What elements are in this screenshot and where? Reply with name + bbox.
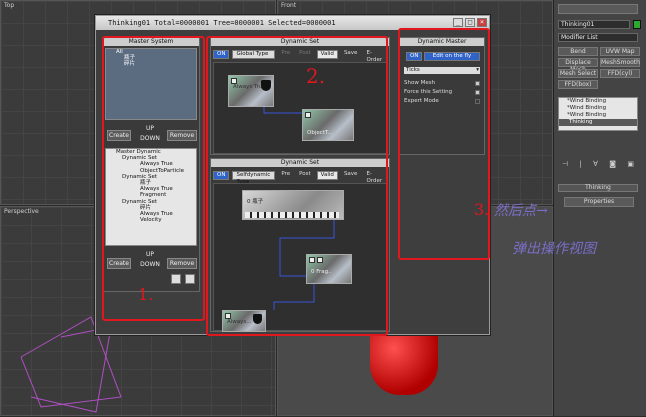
- command-tabs[interactable]: [558, 4, 638, 14]
- annotation-box-1: [102, 36, 205, 321]
- annotation-note-line1: 然后点→: [494, 203, 548, 219]
- modifier-button-meshsmooth[interactable]: MeshSmooth: [600, 58, 640, 67]
- modifier-button-mesh-select[interactable]: Mesh Select: [558, 69, 598, 78]
- modifier-list-dropdown[interactable]: Modifier List: [558, 33, 638, 42]
- modifier-button-bend[interactable]: Bend: [558, 47, 598, 56]
- stack-toolbar[interactable]: ⊣ | ∀ ◙ ▣: [562, 160, 634, 168]
- modifier-button-ffd-cyl[interactable]: FFD(cyl): [600, 69, 640, 78]
- viewport-label-front[interactable]: Front: [281, 2, 296, 9]
- close-button[interactable]: ×: [477, 18, 487, 27]
- annotation-box-3: [398, 28, 490, 260]
- stack-item[interactable]: *Wind Binding: [559, 98, 637, 105]
- dialog-title: Thinking01 Total=0000001 Tree=0000001 Se…: [108, 19, 336, 27]
- modifier-stack[interactable]: *Wind Binding *Wind Binding *Wind Bindin…: [558, 97, 638, 131]
- minimize-button[interactable]: _: [453, 18, 463, 27]
- make-unique-icon[interactable]: ∀: [593, 160, 598, 168]
- pin-stack-icon[interactable]: ⊣: [562, 160, 568, 168]
- command-panel: Thinking01 Modifier List Bend UVW Map Di…: [553, 0, 646, 416]
- maximize-button[interactable]: □: [465, 18, 475, 27]
- object-color-swatch[interactable]: [633, 20, 641, 29]
- remove-modifier-icon[interactable]: ◙: [609, 160, 616, 168]
- configure-sets-icon[interactable]: ▣: [627, 160, 634, 168]
- annotation-number-3: 3.: [474, 200, 490, 219]
- annotation-number-2: 2.: [306, 64, 326, 88]
- object-name-field[interactable]: Thinking01: [558, 20, 630, 29]
- annotation-number-1: 1.: [138, 285, 154, 304]
- viewport-label-top[interactable]: Top: [4, 2, 14, 9]
- stack-item-thinking[interactable]: Thinking: [559, 119, 637, 126]
- modifier-button-displace-mesh[interactable]: Displace Mesh: [558, 58, 598, 73]
- stack-item[interactable]: *Wind Binding: [559, 112, 637, 119]
- stack-item[interactable]: *Wind Binding: [559, 105, 637, 112]
- modifier-button-uvw-map[interactable]: UVW Map: [600, 47, 640, 56]
- properties-button[interactable]: Properties: [564, 197, 634, 207]
- annotation-box-2: [206, 36, 388, 336]
- show-end-result-icon[interactable]: |: [579, 160, 581, 168]
- annotation-note-line2: 弹出操作视图: [512, 241, 596, 257]
- thinking-rollout[interactable]: Thinking: [558, 184, 638, 192]
- modifier-button-ffd-box[interactable]: FFD(box): [558, 80, 598, 89]
